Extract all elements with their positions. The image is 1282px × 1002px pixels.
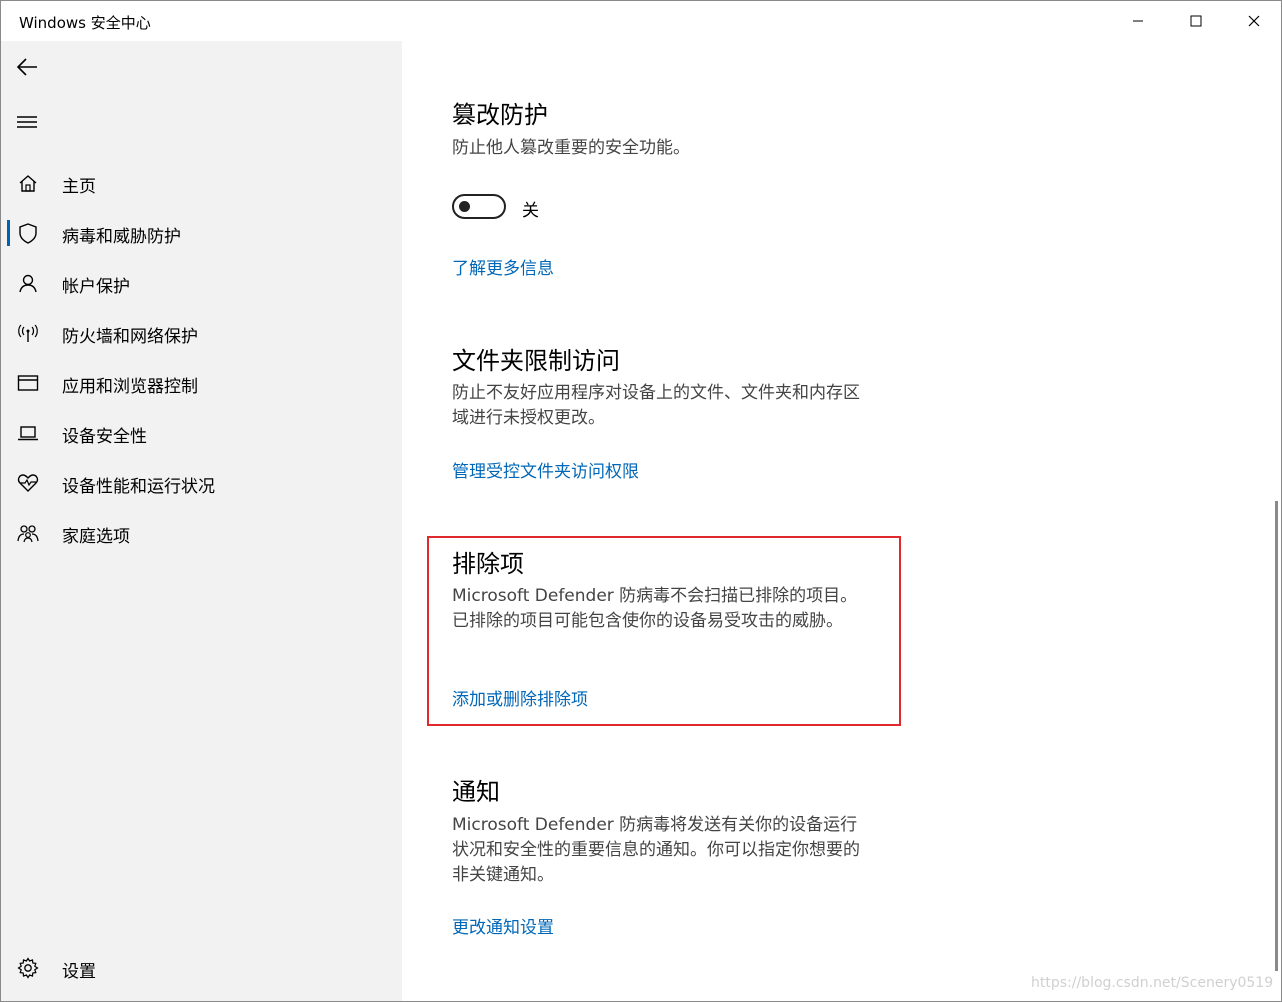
tamper-protection-title: 篡改防护	[452, 101, 548, 129]
sidebar-item-home[interactable]: 主页	[1, 161, 402, 205]
sidebar-item-label: 帐户保护	[62, 277, 130, 297]
window-title: Windows 安全中心	[19, 14, 151, 32]
sidebar-item-virus-protection[interactable]: 病毒和威胁防护	[1, 211, 402, 255]
wifi-antenna-icon	[16, 321, 40, 345]
learn-more-link[interactable]: 了解更多信息	[452, 254, 554, 279]
folder-access-description: 防止不友好应用程序对设备上的文件、文件夹和内存区域进行未授权更改。	[452, 383, 860, 428]
sidebar-item-app-browser-control[interactable]: 应用和浏览器控制	[1, 361, 402, 405]
toggle-knob	[459, 201, 470, 212]
app-window: Windows 安全中心 主页 病毒和威胁防护 帐户保护 防火墙和网络保护 应用…	[0, 0, 1282, 1002]
exclusions-title: 排除项	[452, 550, 524, 578]
sidebar-item-label: 主页	[62, 177, 96, 197]
title-bar: Windows 安全中心	[1, 1, 1281, 41]
family-icon	[16, 521, 40, 545]
sidebar-item-label: 设备安全性	[62, 427, 147, 447]
maximize-icon	[1190, 15, 1202, 27]
back-button[interactable]	[7, 47, 47, 87]
hamburger-icon	[17, 116, 37, 128]
change-notification-settings-link[interactable]: 更改通知设置	[452, 913, 554, 938]
tamper-protection-description: 防止他人篡改重要的安全功能。	[452, 138, 690, 158]
back-arrow-icon	[16, 58, 37, 76]
minimize-button[interactable]	[1109, 1, 1167, 41]
tamper-protection-toggle[interactable]	[452, 194, 506, 219]
heart-pulse-icon	[16, 471, 40, 495]
sidebar-item-device-security[interactable]: 设备安全性	[1, 411, 402, 455]
gear-icon	[16, 956, 40, 980]
exclusions-description: Microsoft Defender 防病毒不会扫描已排除的项目。已排除的项目可…	[452, 586, 858, 631]
tamper-protection-toggle-state: 关	[522, 201, 539, 221]
laptop-icon	[16, 421, 40, 445]
notifications-description: Microsoft Defender 防病毒将发送有关你的设备运行状况和安全性的…	[452, 815, 860, 885]
hamburger-menu-button[interactable]	[7, 102, 47, 142]
sidebar-item-label: 应用和浏览器控制	[62, 377, 198, 397]
sidebar-item-family-options[interactable]: 家庭选项	[1, 511, 402, 555]
sidebar-item-device-performance[interactable]: 设备性能和运行状况	[1, 461, 402, 505]
scrollbar[interactable]	[1275, 501, 1278, 971]
sidebar-item-label: 设置	[62, 962, 96, 982]
sidebar-item-label: 家庭选项	[62, 527, 130, 547]
home-icon	[16, 171, 40, 195]
sidebar-item-label: 防火墙和网络保护	[62, 327, 198, 347]
sidebar-item-label: 设备性能和运行状况	[62, 477, 215, 497]
notifications-title: 通知	[452, 778, 500, 806]
add-remove-exclusions-link[interactable]: 添加或删除排除项	[452, 685, 588, 710]
main-content: 篡改防护 防止他人篡改重要的安全功能。 关 了解更多信息 文件夹限制访问 防止不…	[402, 41, 1281, 1001]
watermark: https://blog.csdn.net/Scenery0519	[1031, 975, 1274, 991]
close-button[interactable]	[1225, 1, 1282, 41]
folder-access-title: 文件夹限制访问	[452, 347, 620, 375]
sidebar-item-account-protection[interactable]: 帐户保护	[1, 261, 402, 305]
minimize-icon	[1133, 20, 1143, 22]
app-window-icon	[16, 371, 40, 395]
shield-icon	[16, 221, 40, 245]
sidebar: 主页 病毒和威胁防护 帐户保护 防火墙和网络保护 应用和浏览器控制 设备安全性 …	[1, 41, 402, 1001]
sidebar-item-label: 病毒和威胁防护	[62, 227, 181, 247]
manage-folder-access-link[interactable]: 管理受控文件夹访问权限	[452, 457, 639, 482]
close-icon	[1248, 15, 1260, 27]
maximize-button[interactable]	[1167, 1, 1225, 41]
sidebar-item-settings[interactable]: 设置	[1, 946, 402, 990]
active-indicator	[7, 220, 10, 246]
person-icon	[16, 271, 40, 295]
sidebar-item-firewall[interactable]: 防火墙和网络保护	[1, 311, 402, 355]
